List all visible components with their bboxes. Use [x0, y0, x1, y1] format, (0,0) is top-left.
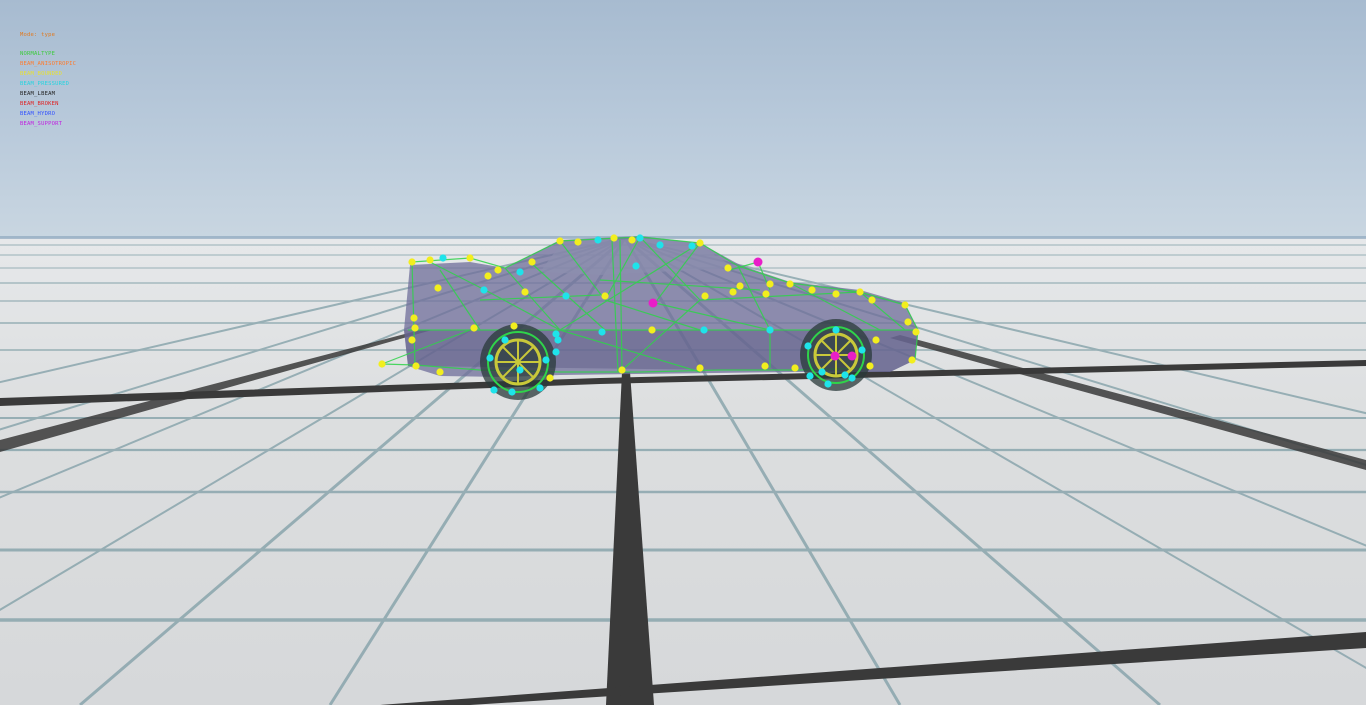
- jbeam-node: [908, 356, 916, 364]
- jbeam-node: [872, 336, 880, 344]
- jbeam-node: [736, 282, 744, 290]
- jbeam-node: [536, 384, 544, 392]
- jbeam-node: [408, 258, 416, 266]
- jbeam-node: [904, 318, 912, 326]
- jbeam-node: [761, 362, 769, 370]
- jbeam-node: [808, 286, 816, 294]
- jbeam-node: [688, 242, 696, 250]
- legend-item: BEAM_SUPPORT: [20, 121, 63, 127]
- legend-item: BEAM_BOUNDED: [20, 71, 63, 77]
- jbeam-node: [729, 288, 737, 296]
- jbeam-node: [426, 256, 434, 264]
- jbeam-node: [847, 351, 857, 361]
- jbeam-node: [618, 366, 626, 374]
- jbeam-node: [610, 234, 618, 242]
- legend-item: NORMALTYPE: [20, 51, 56, 57]
- jbeam-node: [824, 380, 832, 388]
- jbeam-node: [508, 388, 516, 396]
- jbeam-node: [510, 322, 518, 330]
- jbeam-node: [562, 292, 570, 300]
- jbeam-node: [486, 354, 494, 362]
- jbeam-node: [858, 346, 866, 354]
- legend-item: BEAM_BROKEN: [20, 101, 59, 107]
- jbeam-node: [490, 386, 498, 394]
- jbeam-node: [594, 236, 602, 244]
- jbeam-node: [470, 324, 478, 332]
- scene-render: [0, 234, 1366, 705]
- jbeam-node: [832, 290, 840, 298]
- jbeam-node: [628, 236, 636, 244]
- game-viewport[interactable]: Mode: type NORMALTYPE BEAM_ANISOTROPIC B…: [0, 0, 1366, 705]
- jbeam-node: [804, 342, 812, 350]
- jbeam-node: [494, 266, 502, 274]
- jbeam-node: [766, 326, 774, 334]
- jbeam-node: [868, 296, 876, 304]
- jbeam-node: [806, 372, 814, 380]
- jbeam-node: [554, 336, 562, 344]
- jbeam-node: [700, 326, 708, 334]
- jbeam-node: [696, 239, 704, 247]
- jbeam-node: [412, 362, 420, 370]
- legend-item: BEAM_ANISOTROPIC: [20, 61, 77, 67]
- jbeam-node: [832, 326, 840, 334]
- jbeam-node: [830, 351, 840, 361]
- jbeam-node: [791, 364, 799, 372]
- jbeam-node: [841, 371, 849, 379]
- legend-item: BEAM_HYDRO: [20, 111, 56, 117]
- legend-item: BEAM_LBEAM: [20, 91, 56, 97]
- jbeam-node: [484, 272, 492, 280]
- legend-item: BEAM_PRESSURED: [20, 81, 70, 87]
- jbeam-node: [410, 314, 418, 322]
- jbeam-node: [434, 284, 442, 292]
- jbeam-node: [762, 290, 770, 298]
- jbeam-node: [556, 237, 564, 245]
- jbeam-node: [528, 258, 536, 266]
- jbeam-node: [786, 280, 794, 288]
- jbeam-node: [542, 356, 550, 364]
- jbeam-node: [574, 238, 582, 246]
- jbeam-node: [552, 348, 560, 356]
- jbeam-node: [466, 254, 474, 262]
- jbeam-node: [912, 328, 920, 336]
- jbeam-node: [856, 288, 864, 296]
- jbeam-node: [378, 360, 386, 368]
- jbeam-node: [516, 268, 524, 276]
- jbeam-node: [696, 364, 704, 372]
- jbeam-node: [866, 362, 874, 370]
- jbeam-node: [601, 292, 609, 300]
- jbeam-node: [521, 288, 529, 296]
- jbeam-node: [480, 286, 488, 294]
- jbeam-node: [701, 292, 709, 300]
- jbeam-node: [848, 374, 856, 382]
- jbeam-node: [648, 326, 656, 334]
- debug-mode-label: Mode: type: [20, 32, 56, 38]
- beam-type-legend: Mode: type NORMALTYPE BEAM_ANISOTROPIC B…: [20, 30, 76, 129]
- jbeam-node: [436, 368, 444, 376]
- jbeam-node: [648, 298, 658, 308]
- jbeam-node: [439, 254, 447, 262]
- floor-major-lines: [0, 330, 1366, 705]
- jbeam-node: [598, 328, 606, 336]
- jbeam-node: [546, 374, 554, 382]
- jbeam-node: [516, 366, 524, 374]
- jbeam-node: [632, 262, 640, 270]
- jbeam-node: [411, 324, 419, 332]
- jbeam-node: [501, 336, 509, 344]
- jbeam-node: [656, 241, 664, 249]
- jbeam-node: [636, 234, 644, 242]
- jbeam-node: [408, 336, 416, 344]
- jbeam-node: [901, 301, 909, 309]
- jbeam-node: [724, 264, 732, 272]
- jbeam-node: [766, 280, 774, 288]
- jbeam-node: [753, 257, 763, 267]
- jbeam-node: [818, 368, 826, 376]
